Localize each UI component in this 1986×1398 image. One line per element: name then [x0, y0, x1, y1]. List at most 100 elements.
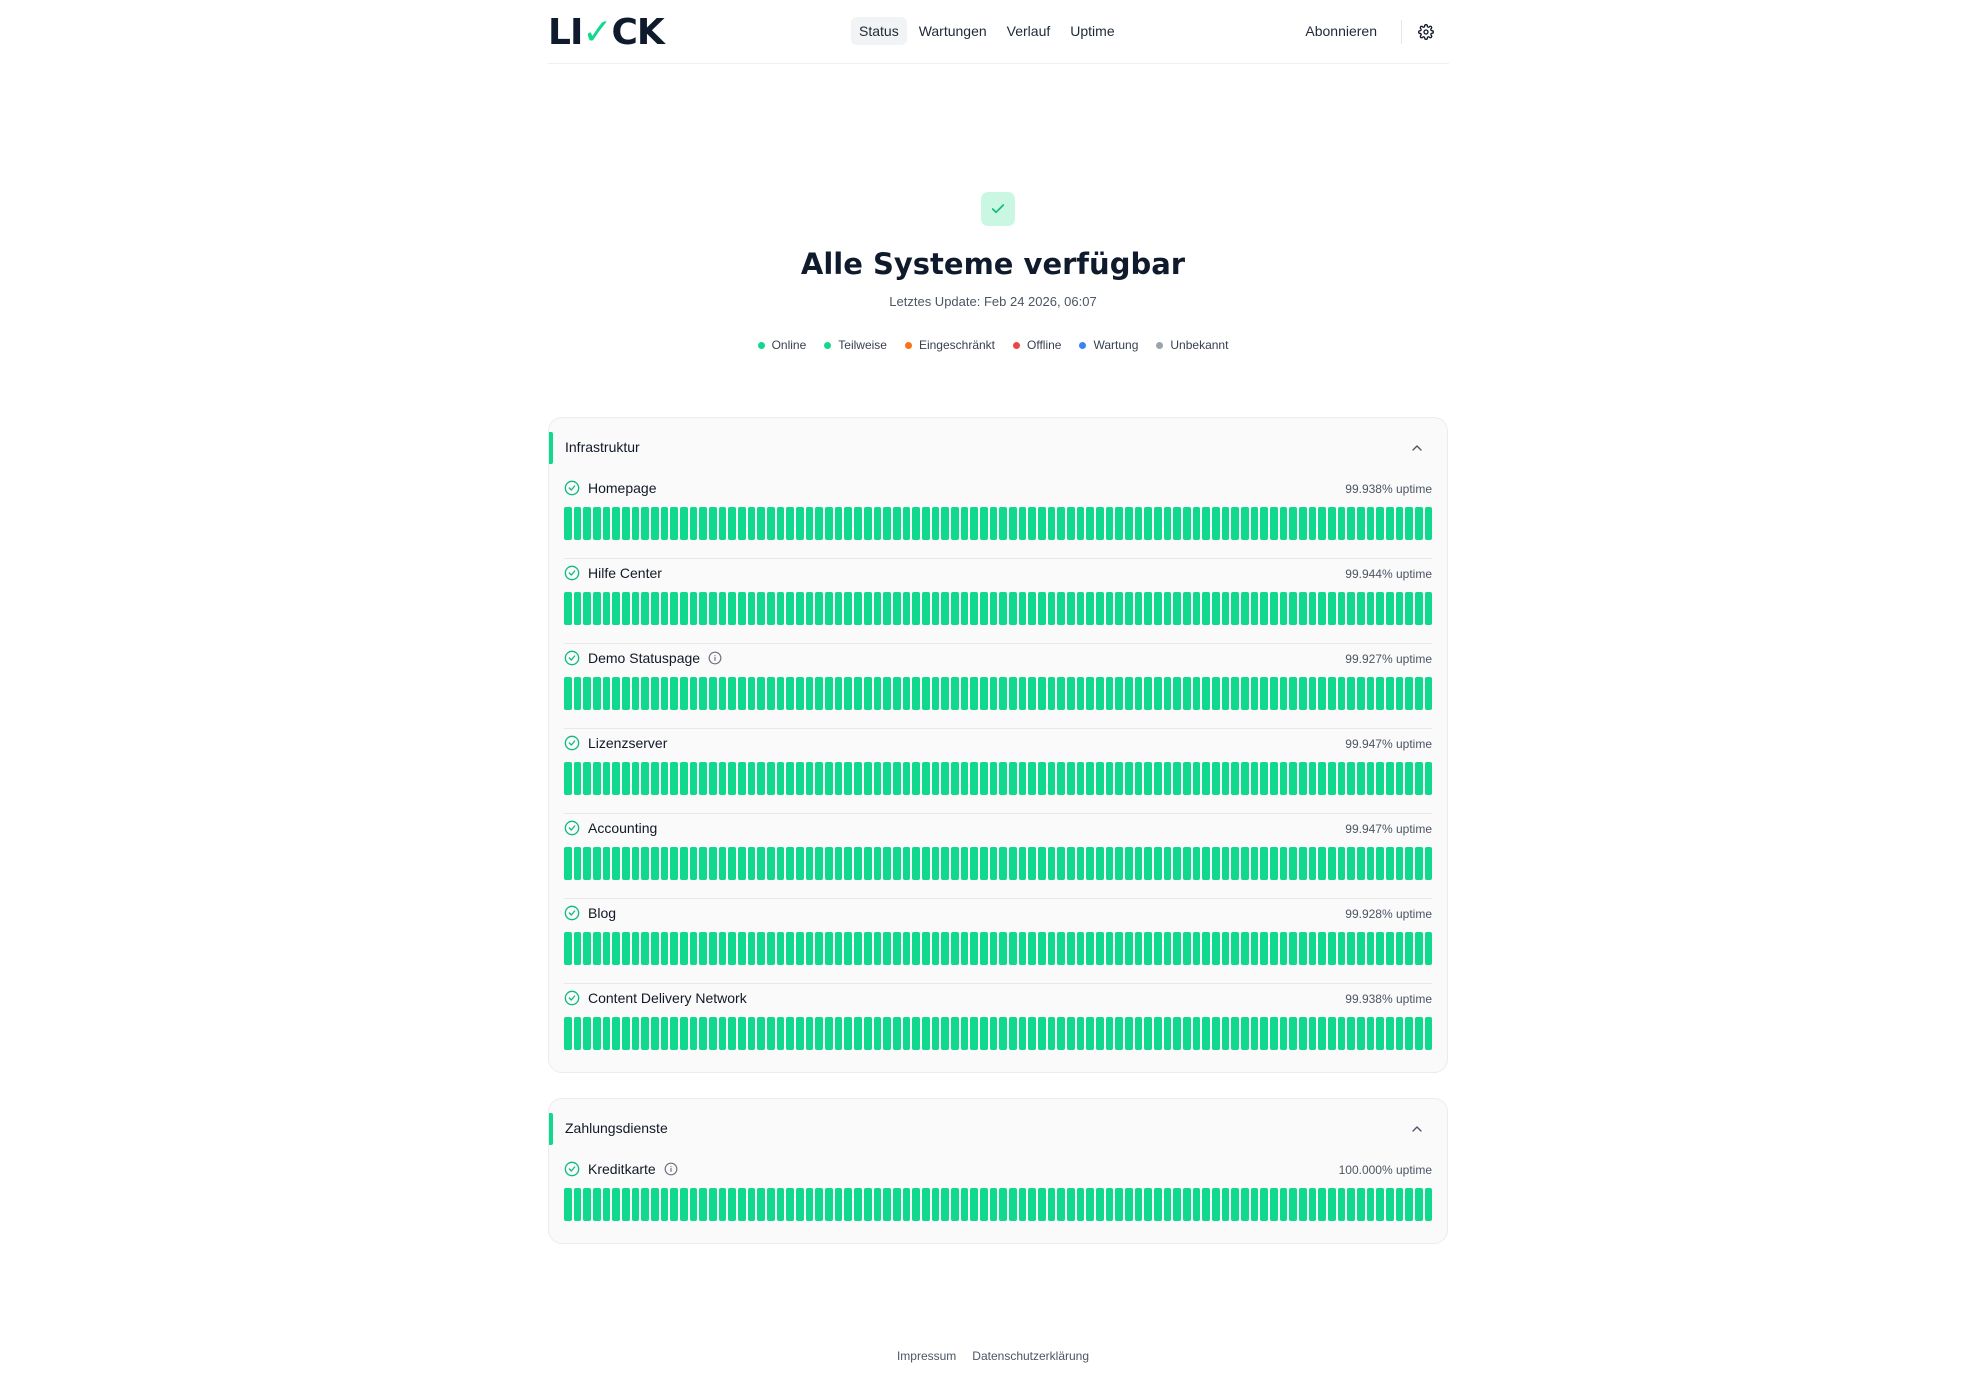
uptime-day-bar[interactable] — [573, 1188, 582, 1221]
uptime-day-bar[interactable] — [1124, 677, 1133, 710]
uptime-day-bar[interactable] — [1241, 762, 1249, 795]
uptime-day-bar[interactable] — [564, 677, 572, 710]
uptime-day-bar[interactable] — [1192, 847, 1201, 880]
uptime-day-bar[interactable] — [1415, 1017, 1423, 1050]
uptime-day-bar[interactable] — [805, 677, 814, 710]
uptime-day-bar[interactable] — [1424, 1017, 1433, 1050]
group-header[interactable]: Infrastruktur — [549, 418, 1447, 474]
uptime-day-bar[interactable] — [883, 932, 891, 965]
uptime-day-bar[interactable] — [622, 932, 630, 965]
uptime-day-bar[interactable] — [1395, 762, 1404, 795]
uptime-day-bar[interactable] — [863, 677, 872, 710]
uptime-day-bar[interactable] — [960, 1188, 969, 1221]
uptime-day-bar[interactable] — [1057, 932, 1065, 965]
uptime-day-bar[interactable] — [1066, 762, 1075, 795]
uptime-day-bar[interactable] — [612, 592, 621, 625]
uptime-day-bar[interactable] — [970, 1017, 978, 1050]
uptime-day-bar[interactable] — [1124, 507, 1133, 540]
nav-status[interactable]: Status — [851, 17, 907, 45]
uptime-day-bar[interactable] — [1192, 507, 1201, 540]
uptime-day-bar[interactable] — [805, 762, 814, 795]
uptime-day-bar[interactable] — [641, 762, 650, 795]
uptime-day-bar[interactable] — [593, 507, 601, 540]
uptime-day-bar[interactable] — [767, 932, 775, 965]
uptime-day-bar[interactable] — [1018, 1188, 1027, 1221]
uptime-day-bar[interactable] — [670, 507, 679, 540]
uptime-day-bar[interactable] — [1318, 1017, 1327, 1050]
uptime-day-bar[interactable] — [718, 762, 727, 795]
uptime-day-bar[interactable] — [1066, 592, 1075, 625]
uptime-day-bar[interactable] — [892, 592, 901, 625]
uptime-day-bar[interactable] — [593, 592, 601, 625]
uptime-day-bar[interactable] — [1376, 932, 1385, 965]
uptime-day-bar[interactable] — [1047, 1188, 1056, 1221]
uptime-day-bar[interactable] — [1299, 677, 1307, 710]
uptime-day-bar[interactable] — [631, 1017, 640, 1050]
uptime-day-bar[interactable] — [612, 1017, 621, 1050]
uptime-day-bar[interactable] — [979, 847, 988, 880]
uptime-day-bar[interactable] — [1018, 1017, 1027, 1050]
uptime-day-bar[interactable] — [1376, 677, 1385, 710]
uptime-day-bar[interactable] — [1347, 762, 1356, 795]
uptime-day-bar[interactable] — [622, 847, 630, 880]
uptime-day-bar[interactable] — [1260, 1017, 1269, 1050]
uptime-day-bar[interactable] — [1260, 762, 1269, 795]
uptime-day-bar[interactable] — [738, 507, 746, 540]
uptime-day-bar[interactable] — [622, 507, 630, 540]
uptime-day-bar[interactable] — [738, 762, 746, 795]
uptime-day-bar[interactable] — [1066, 507, 1075, 540]
uptime-day-bar[interactable] — [1270, 847, 1278, 880]
uptime-day-bar[interactable] — [950, 592, 959, 625]
uptime-day-bar[interactable] — [631, 762, 640, 795]
chevron-up-icon[interactable] — [1409, 1121, 1425, 1137]
uptime-day-bar[interactable] — [873, 932, 882, 965]
uptime-day-bar[interactable] — [728, 1017, 737, 1050]
uptime-day-bar[interactable] — [1337, 677, 1346, 710]
uptime-day-bar[interactable] — [1095, 592, 1104, 625]
uptime-day-bar[interactable] — [747, 507, 756, 540]
uptime-day-bar[interactable] — [593, 677, 601, 710]
uptime-day-bar[interactable] — [1066, 847, 1075, 880]
uptime-day-bar[interactable] — [1270, 507, 1278, 540]
uptime-day-bar[interactable] — [1173, 507, 1181, 540]
uptime-day-bar[interactable] — [1173, 1188, 1181, 1221]
uptime-day-bar[interactable] — [1318, 932, 1327, 965]
uptime-day-bar[interactable] — [612, 507, 621, 540]
uptime-day-bar[interactable] — [651, 1017, 659, 1050]
uptime-day-bar[interactable] — [670, 1188, 679, 1221]
uptime-day-bar[interactable] — [641, 507, 650, 540]
uptime-day-bar[interactable] — [1299, 932, 1307, 965]
uptime-day-bar[interactable] — [1163, 592, 1172, 625]
uptime-day-bar[interactable] — [709, 847, 717, 880]
uptime-day-bar[interactable] — [622, 1017, 630, 1050]
uptime-day-bar[interactable] — [1241, 1017, 1249, 1050]
uptime-day-bar[interactable] — [699, 1017, 708, 1050]
uptime-day-bar[interactable] — [883, 1188, 891, 1221]
uptime-day-bar[interactable] — [767, 592, 775, 625]
uptime-day-bar[interactable] — [1328, 847, 1336, 880]
uptime-day-bar[interactable] — [902, 762, 911, 795]
uptime-day-bar[interactable] — [863, 932, 872, 965]
uptime-day-bar[interactable] — [564, 847, 572, 880]
uptime-day-bar[interactable] — [1337, 847, 1346, 880]
uptime-day-bar[interactable] — [1231, 592, 1240, 625]
uptime-day-bar[interactable] — [873, 592, 882, 625]
uptime-day-bar[interactable] — [583, 932, 592, 965]
uptime-day-bar[interactable] — [670, 1017, 679, 1050]
uptime-day-bar[interactable] — [1337, 1188, 1346, 1221]
uptime-day-bar[interactable] — [979, 1188, 988, 1221]
uptime-day-bar[interactable] — [660, 762, 669, 795]
uptime-day-bar[interactable] — [1037, 1017, 1046, 1050]
uptime-day-bar[interactable] — [834, 1017, 843, 1050]
uptime-day-bar[interactable] — [699, 847, 708, 880]
uptime-day-bar[interactable] — [1008, 677, 1017, 710]
uptime-day-bar[interactable] — [1153, 847, 1162, 880]
uptime-day-bar[interactable] — [718, 592, 727, 625]
uptime-day-bar[interactable] — [699, 1188, 708, 1221]
uptime-day-bar[interactable] — [1260, 592, 1269, 625]
uptime-day-bar[interactable] — [583, 592, 592, 625]
uptime-day-bar[interactable] — [631, 592, 640, 625]
uptime-day-bar[interactable] — [602, 677, 611, 710]
uptime-day-bar[interactable] — [573, 847, 582, 880]
uptime-day-bar[interactable] — [1386, 932, 1394, 965]
